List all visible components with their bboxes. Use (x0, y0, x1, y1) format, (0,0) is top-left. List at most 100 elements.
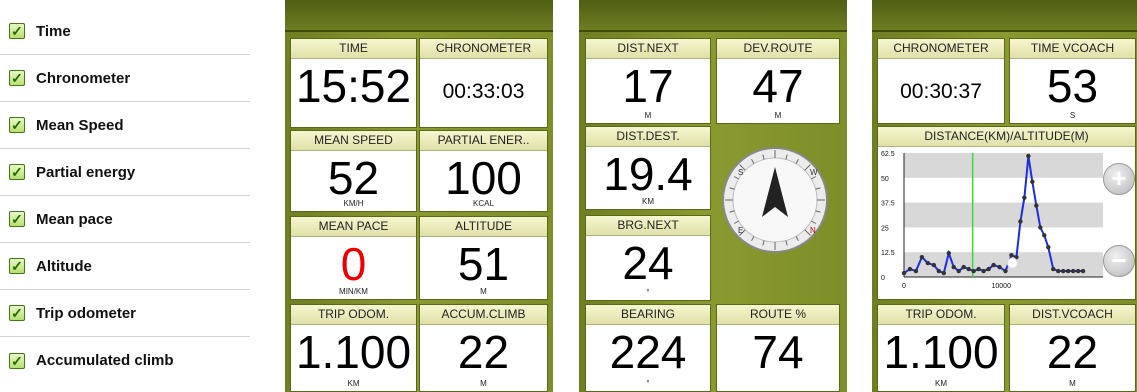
checklist-item[interactable]: ✓ Time (0, 8, 250, 55)
checkbox-checked-icon[interactable]: ✓ (9, 70, 25, 86)
data-point (907, 266, 913, 272)
data-point (946, 250, 951, 256)
data-point (991, 262, 996, 268)
data-point (1042, 233, 1047, 238)
compass-label: N (810, 226, 816, 235)
data-point (1056, 268, 1061, 274)
data-field[interactable]: TIME VCOACH 53 S (1009, 38, 1136, 124)
checkbox-checked-icon[interactable]: ✓ (9, 211, 25, 227)
data-point (1038, 225, 1043, 230)
data-point (913, 268, 919, 274)
data-point (1065, 268, 1071, 274)
field-unit: M (644, 111, 652, 120)
field-value: 0 (340, 238, 367, 290)
checklist-item[interactable]: ✓ Trip odometer (0, 290, 250, 337)
field-value: 1.100 (883, 326, 999, 378)
field-header: DEV.ROUTE (717, 39, 839, 59)
data-point (961, 264, 966, 270)
field-value: 224 (609, 326, 687, 378)
y-tick-label: 25 (881, 225, 889, 232)
field-checklist: ✓ Time ✓ Chronometer ✓ Mean Speed ✓ Partial ene… (0, 8, 250, 384)
data-field[interactable]: BEARING 224 ° (585, 304, 711, 392)
data-point (976, 266, 981, 272)
checklist-item[interactable]: ✓ Altitude (0, 243, 250, 290)
data-point (1051, 266, 1056, 272)
field-header: MEAN SPEED (291, 131, 416, 151)
data-field[interactable]: ROUTE % 74 (716, 304, 840, 392)
checklist-item[interactable]: ✓ Accumulated climb (0, 337, 250, 384)
field-unit: MIN/KM (339, 287, 368, 296)
data-point (997, 264, 1002, 270)
field-header: DIST.NEXT (586, 39, 710, 59)
compass-icon: S W E N (722, 147, 828, 253)
field-unit: KM/H (343, 199, 364, 208)
data-point (1018, 219, 1023, 224)
field-unit: KM (935, 379, 947, 388)
data-field[interactable]: TRIP ODOM. 1.100 KM (290, 304, 417, 392)
data-screen-3: CHRONOMETER 00:30:37 TIME VCOACH 53 S TRIP OD… (872, 0, 1137, 392)
checkbox-checked-icon[interactable]: ✓ (9, 23, 25, 39)
compass-label: E (738, 226, 743, 235)
data-point (971, 268, 976, 274)
data-field[interactable]: PARTIAL ENER.. 100 KCAL (419, 130, 548, 212)
checklist-item[interactable]: ✓ Mean pace (0, 196, 250, 243)
checklist-item[interactable]: ✓ Partial energy (0, 149, 250, 196)
data-point (1022, 195, 1027, 200)
screen-top-bar (872, 0, 1137, 32)
field-header: ROUTE % (717, 305, 839, 325)
field-unit: S (1069, 111, 1076, 120)
position-dot (1006, 257, 1018, 269)
data-field[interactable]: DIST.NEXT 17 M (585, 38, 711, 124)
field-value: 53 (1046, 60, 1099, 112)
data-point (1061, 268, 1066, 274)
field-unit: KM (347, 379, 360, 388)
data-field[interactable]: TIME 15:52 (290, 38, 417, 128)
field-value: 22 (457, 326, 510, 378)
field-header: MEAN PACE (291, 217, 416, 237)
data-point (986, 266, 991, 272)
data-point (1080, 268, 1086, 274)
checklist-item-label: Partial energy (36, 163, 136, 181)
zoom-in-button[interactable]: + (1103, 163, 1135, 195)
screen-top-bar (285, 0, 553, 32)
data-field[interactable]: ALTITUDE 51 M (419, 216, 548, 300)
data-point (981, 268, 986, 274)
data-point (1003, 268, 1008, 274)
checklist-item[interactable]: ✓ Mean Speed (0, 102, 250, 149)
data-field[interactable]: DEV.ROUTE 47 M (716, 38, 840, 124)
y-tick-label: 37.5 (881, 201, 895, 208)
data-field[interactable]: MEAN SPEED 52 KM/H (290, 130, 417, 212)
data-field[interactable]: ACCUM.CLIMB 22 M (419, 304, 548, 392)
data-field[interactable]: BRG.NEXT 24 ° (585, 215, 711, 301)
data-field[interactable]: TRIP ODOM. 1.100 KM (877, 304, 1005, 392)
field-unit: ° (646, 288, 650, 297)
checkbox-checked-icon[interactable]: ✓ (9, 352, 25, 369)
field-value: 00:33:03 (442, 80, 525, 103)
field-unit: M (480, 379, 487, 388)
checkbox-checked-icon[interactable]: ✓ (9, 164, 25, 180)
field-unit: KM (642, 197, 654, 206)
data-point (936, 268, 942, 274)
data-field[interactable]: CHRONOMETER 00:33:03 (419, 38, 548, 128)
data-field[interactable]: CHRONOMETER 00:30:37 (877, 38, 1005, 124)
data-field[interactable]: MEAN PACE 0 MIN/KM (290, 216, 417, 300)
data-field[interactable]: DIST.DEST. 19.4 KM (585, 126, 711, 210)
checklist-item-label: Chronometer (36, 69, 131, 87)
checklist-item[interactable]: ✓ Chronometer (0, 55, 250, 102)
data-point (1026, 153, 1031, 159)
field-value: 19.4 (603, 148, 693, 200)
data-field[interactable]: DIST.VCOACH 22 M (1009, 304, 1136, 392)
zoom-out-button[interactable]: − (1103, 245, 1135, 277)
field-header: ACCUM.CLIMB (420, 305, 547, 325)
data-point (1075, 268, 1081, 274)
field-header: TIME VCOACH (1010, 39, 1135, 59)
data-point (1034, 203, 1039, 208)
field-value: 47 (752, 60, 804, 112)
checkbox-checked-icon[interactable]: ✓ (9, 305, 25, 321)
altitude-profile-panel[interactable]: DISTANCE(KM)/ALTITUDE(M) 62.5 50 37.5 25 12.5… (877, 126, 1136, 300)
field-unit: KCAL (473, 199, 494, 208)
field-header: TRIP ODOM. (291, 305, 416, 325)
checkbox-checked-icon[interactable]: ✓ (9, 258, 25, 274)
x-tick-label: 0 (902, 283, 906, 290)
checkbox-checked-icon[interactable]: ✓ (9, 117, 25, 133)
